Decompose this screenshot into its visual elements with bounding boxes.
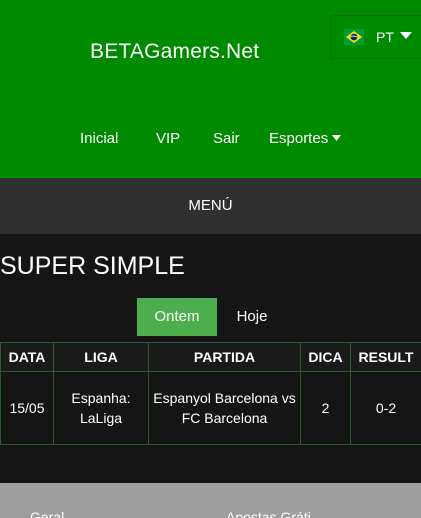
- footer: Geral Apostas Gráti: [0, 483, 421, 518]
- cell-result: 0-2: [350, 371, 421, 445]
- column-header-data: DATA: [0, 342, 54, 372]
- nav-item-esportes-label: Esportes: [269, 130, 329, 147]
- table-header-row: DATA LIGA PARTIDA DICA RESULT: [0, 342, 421, 372]
- tips-table: DATA LIGA PARTIDA DICA RESULT 15/05 Espa…: [0, 342, 421, 445]
- brazil-flag-icon: [344, 29, 364, 45]
- column-header-result: RESULT: [350, 342, 421, 372]
- chevron-down-icon: [400, 32, 412, 39]
- footer-link-left[interactable]: Geral: [30, 509, 64, 518]
- day-tabs: Ontem Hoje: [0, 298, 421, 336]
- cell-dica: 2: [300, 371, 351, 445]
- cell-data: 15/05: [0, 371, 54, 445]
- cell-liga: Espanha: LaLiga: [53, 371, 149, 445]
- site-logo-text[interactable]: BETAGamers.Net: [90, 40, 259, 64]
- table-row: 15/05 Espanha: LaLiga Espanyol Barcelona…: [0, 371, 421, 445]
- nav-item-esportes[interactable]: Esportes: [269, 130, 342, 147]
- footer-link-right[interactable]: Apostas Gráti: [226, 509, 311, 518]
- column-header-liga: LIGA: [53, 342, 149, 372]
- cell-partida: Espanyol Barcelona vs FC Barcelona: [148, 371, 301, 445]
- language-selector[interactable]: PT: [331, 15, 421, 59]
- page-title: SUPER SIMPLE: [0, 252, 185, 280]
- nav-item-sair[interactable]: Sair: [213, 130, 240, 147]
- nav-item-vip[interactable]: VIP: [156, 130, 180, 147]
- language-label: PT: [376, 29, 394, 45]
- tab-hoje[interactable]: Hoje: [222, 298, 282, 336]
- menu-toggle-button[interactable]: MENÚ: [0, 178, 421, 234]
- main-nav: Inicial VIP Sair Esportes: [0, 130, 421, 150]
- column-header-dica: DICA: [300, 342, 351, 372]
- top-header: BETAGamers.Net PT Inicial VIP Sair Espor…: [0, 0, 421, 178]
- caret-down-icon: [332, 135, 342, 142]
- nav-item-inicial[interactable]: Inicial: [80, 130, 118, 147]
- column-header-partida: PARTIDA: [148, 342, 301, 372]
- tab-ontem[interactable]: Ontem: [137, 298, 217, 336]
